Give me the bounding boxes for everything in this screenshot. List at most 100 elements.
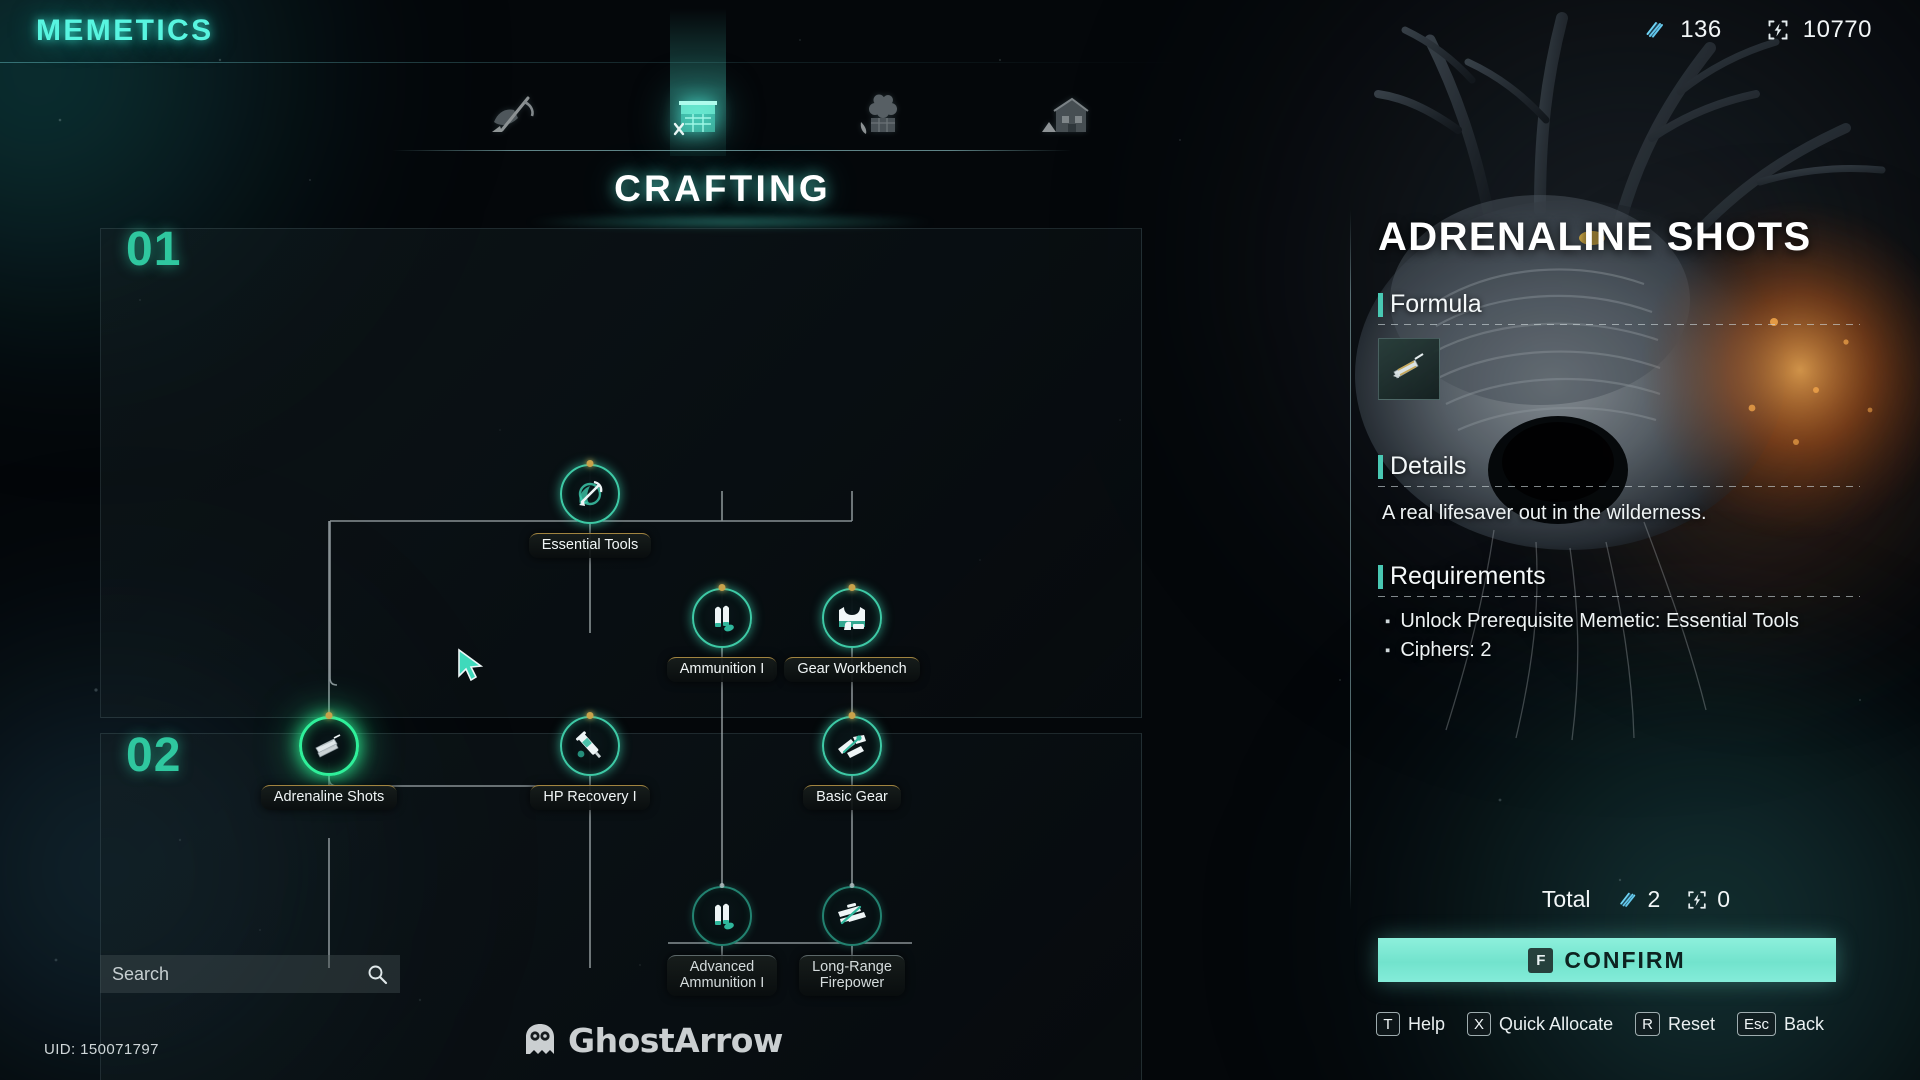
panel-divider	[1350, 210, 1351, 910]
requirements-heading: Requirements	[1378, 562, 1878, 591]
node-ring	[822, 588, 882, 648]
tab-combat[interactable]	[470, 80, 556, 142]
hint-quick-allocate[interactable]: X Quick Allocate	[1467, 1012, 1613, 1036]
armor-vest-icon	[839, 607, 865, 630]
hint-label: Quick Allocate	[1499, 1013, 1614, 1034]
syringes-icon	[315, 734, 341, 758]
details-heading: Details	[1378, 452, 1878, 481]
energy-bracket-icon	[1688, 890, 1706, 909]
detail-panel: ADRENALINE SHOTS Formula Details A real …	[1352, 0, 1920, 1080]
tab-farming[interactable]	[839, 80, 925, 142]
weapon-pickaxe-icon	[492, 96, 534, 132]
hint-label: Back	[1784, 1013, 1825, 1034]
key-badge: T	[1376, 1012, 1400, 1036]
detail-title: ADRENALINE SHOTS	[1378, 215, 1812, 259]
node-long-range-firepower[interactable]: Long-Range Firepower	[757, 886, 947, 996]
details-section: Details	[1378, 452, 1878, 487]
requirements-section: Requirements	[1378, 562, 1878, 597]
node-ring	[560, 716, 620, 776]
confirm-label: CONFIRM	[1564, 946, 1686, 973]
tab-building[interactable]	[1024, 80, 1110, 142]
tree-connections	[328, 461, 912, 968]
section-accent-bar	[1378, 454, 1383, 479]
tabs-divider	[392, 150, 1072, 151]
total-ciphers: 2	[1617, 886, 1661, 913]
node-label: Long-Range Firepower	[799, 955, 905, 996]
hint-reset[interactable]: R Reset	[1635, 1012, 1715, 1036]
bullets-icon	[715, 605, 734, 632]
category-tabs	[470, 78, 1110, 142]
sniper-rifle-icon	[838, 903, 866, 925]
node-label: HP Recovery I	[530, 785, 650, 810]
house-icon	[1041, 97, 1089, 132]
hint-help[interactable]: T Help	[1376, 1012, 1445, 1036]
header-divider	[0, 62, 1180, 63]
key-badge: Esc	[1736, 1012, 1776, 1036]
node-label: Adrenaline Shots	[260, 785, 398, 810]
pickaxe-gear-icon	[578, 480, 603, 506]
bullets-icon	[715, 903, 734, 930]
requirements-list: ▪ Unlock Prerequisite Memetic: Essential…	[1385, 608, 1845, 666]
requirements-heading-text: Requirements	[1390, 562, 1546, 590]
ghostarrow-watermark: GhostArrow	[520, 1020, 783, 1060]
section-accent-bar	[1378, 292, 1383, 317]
formula-heading: Formula	[1378, 290, 1878, 319]
tools-gear-icon	[838, 735, 866, 758]
confirm-button[interactable]: F CONFIRM	[1378, 938, 1836, 982]
search-input[interactable]	[112, 963, 366, 985]
bullet-icon: ▪	[1385, 613, 1391, 630]
section-rule	[1378, 324, 1860, 325]
hint-label: Reset	[1667, 1013, 1715, 1034]
node-label: Gear Workbench	[784, 657, 920, 682]
plant-crate-icon	[861, 94, 898, 134]
page-title: MEMETICS	[36, 14, 214, 47]
tab-crafting[interactable]	[655, 80, 741, 142]
crafting-workbench-icon	[673, 101, 717, 136]
memetics-tree: 01 02 Essential Tools Ammunition I Gear …	[100, 223, 1240, 1080]
syringes-item-icon	[1393, 353, 1424, 379]
bullet-icon: ▪	[1385, 642, 1391, 659]
node-basic-gear[interactable]: Basic Gear	[757, 716, 947, 810]
total-label: Total	[1541, 886, 1591, 912]
footer-hints: T Help X Quick Allocate R Reset Esc Back	[1376, 1012, 1920, 1036]
node-ring	[822, 716, 882, 776]
confirm-key-badge: F	[1528, 947, 1554, 973]
total-row: Total 2 0	[1352, 886, 1920, 913]
node-ring	[692, 886, 752, 946]
total-energy: 0	[1686, 886, 1730, 913]
hint-back[interactable]: Esc Back	[1736, 1012, 1825, 1036]
formula-heading-text: Formula	[1390, 290, 1482, 318]
node-ring	[692, 588, 752, 648]
medkit-syringe-icon	[575, 731, 602, 759]
node-label: Basic Gear	[803, 785, 901, 810]
search-icon[interactable]	[366, 963, 388, 985]
node-essential-tools[interactable]: Essential Tools	[495, 464, 685, 558]
total-ciphers-value: 2	[1647, 886, 1661, 912]
node-gear-workbench[interactable]: Gear Workbench	[757, 588, 947, 682]
requirement-item: ▪ Unlock Prerequisite Memetic: Essential…	[1385, 608, 1845, 635]
watermark-text: GhostArrow	[568, 1020, 783, 1060]
details-heading-text: Details	[1390, 452, 1467, 480]
node-hp-recovery-1[interactable]: HP Recovery I	[495, 716, 685, 810]
section-rule	[1378, 486, 1860, 487]
node-adrenaline-shots[interactable]: Adrenaline Shots	[234, 716, 424, 810]
cipher-shard-icon	[1619, 892, 1635, 907]
search-box[interactable]	[100, 955, 400, 993]
formula-item-slot[interactable]	[1378, 338, 1440, 400]
node-ring	[822, 886, 882, 946]
ghost-icon	[526, 1024, 554, 1054]
hint-label: Help	[1408, 1013, 1446, 1034]
total-energy-value: 0	[1717, 886, 1731, 912]
key-badge: X	[1467, 1012, 1492, 1036]
node-ring	[299, 716, 359, 776]
formula-section: Formula	[1378, 290, 1878, 325]
section-accent-bar	[1378, 564, 1383, 589]
requirement-text: Ciphers: 2	[1400, 639, 1492, 661]
requirement-item: ▪ Ciphers: 2	[1385, 637, 1845, 664]
key-badge: R	[1635, 1012, 1660, 1036]
detail-description: A real lifesaver out in the wilderness.	[1382, 502, 1707, 524]
node-ring	[560, 464, 620, 524]
section-rule	[1378, 596, 1860, 597]
node-label: Essential Tools	[528, 533, 652, 558]
requirement-text: Unlock Prerequisite Memetic: Essential T…	[1400, 610, 1800, 632]
